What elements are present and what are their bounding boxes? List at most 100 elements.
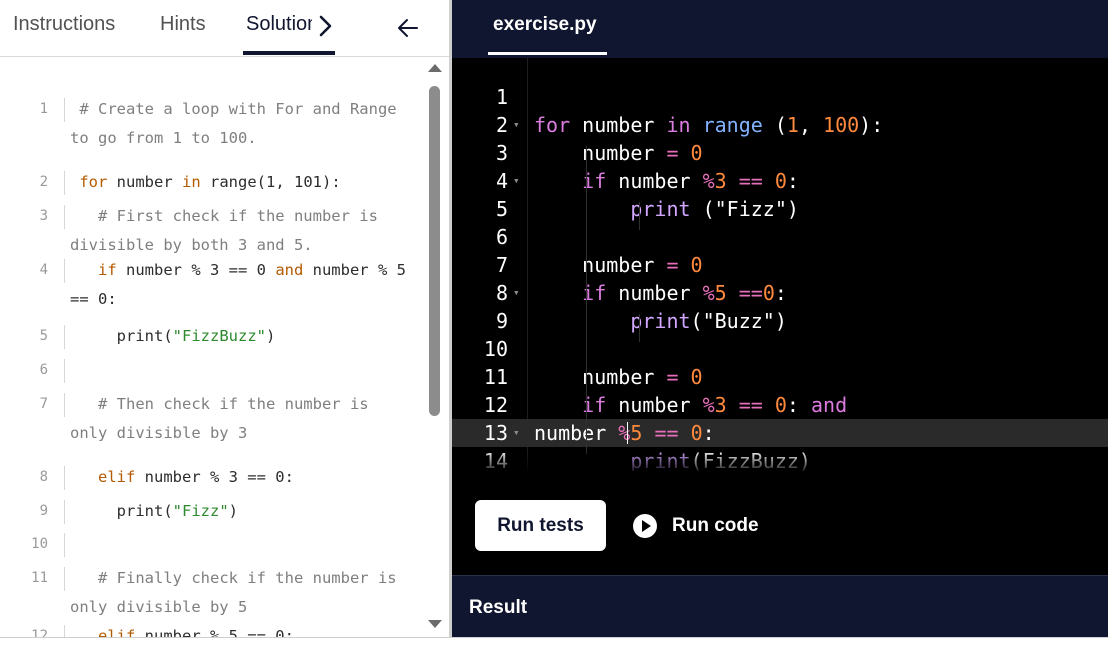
- solution-line-code: # First check if the number is divisible…: [70, 202, 415, 260]
- editor-line[interactable]: 2 ▾ for number in range (1, 100):: [452, 111, 1108, 139]
- solution-line: 9 print("Fizz"): [0, 497, 427, 526]
- editor-line[interactable]: 7 number = 0: [452, 251, 1108, 279]
- editor-line-code: print("Buzz"): [534, 307, 787, 335]
- editor-line-number: 12: [483, 393, 508, 417]
- solution-line-number: 8: [39, 469, 48, 485]
- solution-line-code: elif number % 3 == 0:: [70, 463, 415, 492]
- solution-line: 5 print("FizzBuzz"): [0, 322, 427, 351]
- solution-line-number: 6: [39, 362, 48, 378]
- editor-line[interactable]: 13 ▾ number %5 == 0:: [452, 419, 1108, 447]
- scroll-up-arrow-icon[interactable]: [428, 64, 442, 72]
- tab-hints[interactable]: Hints: [160, 13, 206, 36]
- fold-toggle-icon[interactable]: ▾: [513, 167, 520, 195]
- editor-line-number: 7: [495, 253, 508, 277]
- solution-scrollbar[interactable]: [427, 58, 443, 637]
- arrow-left-icon[interactable]: [396, 15, 420, 41]
- editor-line-number: 1: [495, 85, 508, 109]
- code-token: 100: [823, 113, 860, 137]
- editor-line-number: 8: [495, 281, 508, 305]
- fold-toggle-icon[interactable]: ▾: [513, 111, 520, 139]
- code-token: 0: [690, 365, 703, 389]
- file-tab-exercise[interactable]: exercise.py: [493, 14, 597, 36]
- solution-line-number: 4: [39, 262, 48, 278]
- code-token: 0: [774, 393, 787, 417]
- code-token: number: [606, 169, 703, 193]
- editor-line-number: 10: [483, 337, 508, 361]
- solution-line: 6: [0, 356, 427, 385]
- editor-line[interactable]: 10: [452, 335, 1108, 363]
- code-token: number: [534, 365, 667, 389]
- code-token: ):: [859, 113, 884, 137]
- code-token: 3: [714, 393, 727, 417]
- play-icon: [633, 513, 657, 538]
- code-token: :: [702, 421, 715, 445]
- solution-line-code: if number % 3 == 0 and number % 5 == 0:: [70, 256, 415, 314]
- editor-line[interactable]: 8 ▾ if number %5 ==0:: [452, 279, 1108, 307]
- code-token: 0: [690, 253, 703, 277]
- editor-line-number: 13: [483, 421, 508, 445]
- scroll-down-arrow-icon[interactable]: [428, 620, 442, 628]
- solution-line: 7 # Then check if the number is only div…: [0, 390, 427, 448]
- editor-line[interactable]: 1: [452, 83, 1108, 111]
- editor-line-code: if number %5 ==0:: [534, 279, 787, 307]
- editor-line[interactable]: 11 number = 0: [452, 363, 1108, 391]
- run-code-button[interactable]: Run code: [633, 500, 759, 551]
- editor-line-code: if number %3 == 0: and: [534, 391, 847, 419]
- code-token: number % 3 == 0:: [135, 468, 294, 486]
- result-panel-header[interactable]: Result: [452, 575, 1108, 637]
- code-token: # Then check if the number is only divis…: [70, 395, 378, 442]
- editor-line[interactable]: 6: [452, 223, 1108, 251]
- code-token: =: [666, 253, 679, 277]
- code-token: ): [266, 327, 276, 345]
- scrollbar-thumb[interactable]: [429, 86, 440, 416]
- code-token: and: [811, 393, 848, 417]
- editor-line[interactable]: 4 ▾ if number %3 == 0:: [452, 167, 1108, 195]
- editor-line-number: 5: [495, 197, 508, 221]
- code-token: ("Buzz"): [690, 309, 787, 333]
- code-token: and: [275, 261, 304, 279]
- editor-line[interactable]: 3 number = 0: [452, 139, 1108, 167]
- code-token: in: [666, 113, 691, 137]
- tab-instructions[interactable]: Instructions: [13, 13, 115, 36]
- code-token: number: [606, 393, 703, 417]
- code-token: range(1, 101):: [200, 173, 341, 191]
- code-token: number: [606, 281, 703, 305]
- run-tests-button[interactable]: Run tests: [475, 500, 606, 551]
- fold-toggle-icon[interactable]: ▾: [513, 279, 520, 307]
- code-token: # Finally check if the number is only di…: [70, 569, 406, 616]
- code-editor[interactable]: 1 2 ▾ for number in range (1, 100): 3 number…: [452, 58, 1108, 471]
- editor-line[interactable]: 9 print("Buzz"): [452, 307, 1108, 335]
- indent-guide: [64, 393, 65, 417]
- solution-line-code: # Finally check if the number is only di…: [70, 564, 415, 622]
- code-token: =: [666, 141, 679, 165]
- result-label: Result: [469, 597, 528, 618]
- editor-line[interactable]: 12 if number %3 == 0: and: [452, 391, 1108, 419]
- solution-line-number: 12: [31, 628, 48, 637]
- solution-line-code: # Create a loop with For and Range to go…: [70, 95, 415, 153]
- tab-solution[interactable]: Solution: [246, 13, 312, 36]
- editor-line-number: 2: [495, 113, 508, 137]
- solution-line-number: 9: [39, 503, 48, 519]
- solution-line: 8 elif number % 3 == 0:: [0, 463, 427, 492]
- editor-line[interactable]: 5 print ("Fizz"): [452, 195, 1108, 223]
- code-token: elif: [70, 627, 136, 637]
- solution-line: 10: [0, 530, 427, 559]
- run-code-label: Run code: [672, 514, 759, 536]
- fold-toggle-icon[interactable]: ▾: [513, 419, 520, 447]
- indent-guide: [64, 325, 65, 349]
- editor-line-code: number = 0: [534, 139, 702, 167]
- chevron-right-icon[interactable]: [314, 13, 338, 39]
- editor-line-code: for number in range (1, 100):: [534, 111, 883, 139]
- solution-line: 4 if number % 3 == 0 and number % 5 == 0…: [0, 256, 427, 314]
- indent-guide: [639, 202, 640, 230]
- code-token: ("Fizz"): [690, 197, 799, 221]
- code-token: in: [182, 173, 201, 191]
